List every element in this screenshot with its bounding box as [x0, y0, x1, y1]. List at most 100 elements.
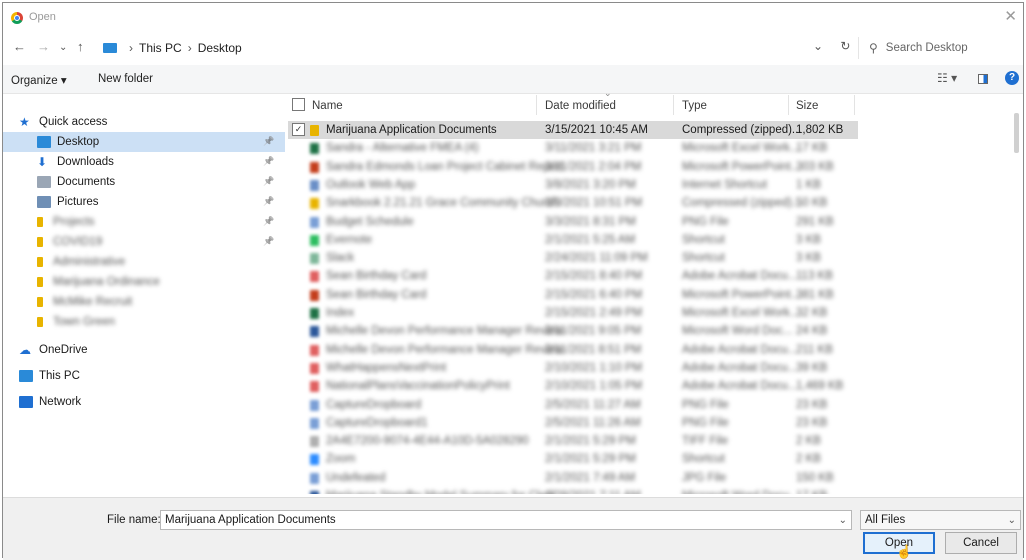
- vertical-scrollbar[interactable]: [1011, 113, 1021, 453]
- sidebar-item-pictures[interactable]: Pictures 📌: [3, 192, 285, 212]
- file-row[interactable]: Sandra Edmonds Loan Project Cabinet Repo…: [288, 158, 858, 176]
- select-all-checkbox[interactable]: [292, 98, 305, 111]
- folder-icon: [37, 297, 43, 307]
- close-icon[interactable]: ✕: [1004, 7, 1017, 25]
- file-name: Snarkbook 2.21.21 Grace Community Church: [326, 197, 559, 210]
- file-type: TIFF File: [682, 435, 728, 448]
- file-type: Shortcut: [682, 252, 725, 265]
- sidebar-item-onedrive[interactable]: ☁ OneDrive: [3, 340, 285, 360]
- file-date: 2/1/2021 5:25 AM: [545, 233, 636, 246]
- recent-locations-chevron-icon[interactable]: ⌄: [59, 42, 67, 53]
- pin-icon: 📌: [263, 236, 275, 246]
- file-date: 2/1/2021 7:49 AM: [545, 471, 636, 484]
- file-row[interactable]: Michelle Devon Performance Manager Revie…: [288, 322, 858, 340]
- search-input[interactable]: Search Desktop: [886, 42, 968, 54]
- sidebar-item-quick-access[interactable]: ★ Quick access: [3, 112, 285, 132]
- file-name: Index: [326, 307, 355, 319]
- search-box[interactable]: ⚲ Search Desktop: [858, 37, 1019, 59]
- file-row[interactable]: Outlook Web App 3/8/2021 3:20 PM Internet …: [288, 176, 858, 194]
- file-row[interactable]: NationalPlansVaccinationPolicyPrint 2/10/…: [288, 377, 858, 395]
- file-row[interactable]: WhatHappensNextPrint 2/10/2021 1:10 PM Ado…: [288, 359, 858, 377]
- file-row[interactable]: Undefeated 2/1/2021 7:49 AM JPG File 150 KB: [288, 469, 858, 487]
- address-dropdown-icon[interactable]: ⌄: [813, 39, 823, 53]
- sidebar-item-mcmike-recruit[interactable]: McMike Recruit: [3, 292, 285, 312]
- file-row[interactable]: Slack 2/24/2021 11:09 PM Shortcut 3 KB: [288, 249, 858, 267]
- file-size: 24 KB: [796, 325, 828, 338]
- file-name: WhatHappensNextPrint: [326, 361, 447, 374]
- file-name: Michelle Devon Performance Manager Revie…: [326, 343, 564, 356]
- scrollbar-thumb[interactable]: [1014, 113, 1019, 153]
- filetype-select[interactable]: All Files ⌄: [860, 510, 1021, 530]
- sidebar-item-marijuana-ordinance[interactable]: Marijuana Ordinance: [3, 272, 285, 292]
- sidebar-item-administrative[interactable]: Administrative: [3, 252, 285, 272]
- sidebar-item-projects[interactable]: Projects 📌: [3, 212, 285, 232]
- sidebar-item-covid19[interactable]: COVID19 📌: [3, 232, 285, 252]
- sidebar-item-label: Marijuana Ordinance: [53, 276, 160, 288]
- file-row[interactable]: ✓ Marijuana Application Documents 3/15/202…: [288, 121, 858, 139]
- cancel-button[interactable]: Cancel: [945, 532, 1017, 554]
- file-row[interactable]: 2A4E7200-9074-4E44-A10D-5A028290 2/1/2021…: [288, 432, 858, 450]
- file-name: Sean Birthday Card: [326, 270, 427, 283]
- row-checkbox[interactable]: ✓: [292, 123, 305, 136]
- sidebar-item-town-green[interactable]: Town Green: [3, 312, 285, 332]
- file-type: Adobe Acrobat Docu...: [682, 343, 798, 356]
- column-divider[interactable]: [673, 95, 674, 115]
- breadcrumb-separator-icon: ›: [187, 41, 192, 55]
- desktop-icon: [37, 136, 51, 148]
- column-divider[interactable]: [788, 95, 789, 115]
- filename-dropdown-chevron-icon[interactable]: ⌄: [839, 515, 847, 526]
- file-row[interactable]: Michelle Devon Performance Manager Revie…: [288, 341, 858, 359]
- sidebar-item-this-pc[interactable]: This PC: [3, 366, 285, 386]
- forward-button[interactable]: →: [37, 39, 50, 54]
- back-button[interactable]: ←: [13, 39, 26, 54]
- file-row[interactable]: CaptureDropboard 2/5/2021 11:27 AM PNG Fil…: [288, 396, 858, 414]
- file-row[interactable]: Snarkbook 2.21.21 Grace Community Church…: [288, 194, 858, 212]
- new-folder-button[interactable]: New folder: [98, 73, 153, 85]
- column-type[interactable]: Type: [682, 100, 707, 112]
- file-type: Shortcut: [682, 453, 725, 466]
- up-button[interactable]: ↑: [77, 39, 84, 54]
- file-row[interactable]: Zoom 2/1/2021 5:29 PM Shortcut 2 KB: [288, 450, 858, 468]
- file-date: 2/5/2021 11:26 AM: [545, 416, 641, 429]
- filename-field[interactable]: Marijuana Application Documents ⌄: [160, 510, 852, 530]
- file-size: 211 KB: [796, 343, 833, 356]
- file-row[interactable]: Sean Birthday Card 2/15/2021 6:40 PM Micro…: [288, 286, 858, 304]
- sidebar-item-network[interactable]: Network: [3, 392, 285, 412]
- file-row[interactable]: Index 2/15/2021 2:49 PM Microsoft Excel Wo…: [288, 304, 858, 322]
- sidebar-item-desktop[interactable]: Desktop 📌: [3, 132, 285, 152]
- address-tools: ⌄ ↻: [813, 39, 850, 53]
- file-date: 1/28/2021 7:11 AM: [545, 490, 641, 494]
- sidebar-item-label: Town Green: [53, 316, 116, 328]
- file-type: Microsoft Word Docu...: [682, 490, 799, 494]
- file-date: 3/3/2021 8:31 PM: [545, 215, 636, 228]
- file-row[interactable]: Budget Schedule 3/3/2021 8:31 PM PNG File 2…: [288, 213, 858, 231]
- sidebar-item-documents[interactable]: Documents 📌: [3, 172, 285, 192]
- column-size[interactable]: Size: [796, 100, 818, 112]
- breadcrumb-desktop[interactable]: Desktop: [198, 41, 242, 55]
- file-name: Slack: [326, 252, 355, 265]
- pin-icon: 📌: [263, 216, 275, 226]
- file-icon: [310, 362, 319, 374]
- view-options-icon[interactable]: ☷ ▾: [937, 71, 957, 85]
- organize-button[interactable]: Organize ▾: [11, 73, 67, 87]
- file-row[interactable]: Sandra - Alternative FMEA (4) 3/11/2021 3…: [288, 139, 858, 157]
- column-divider[interactable]: [854, 95, 855, 115]
- breadcrumb-separator-icon: ›: [129, 41, 133, 55]
- breadcrumb-this-pc[interactable]: This PC: [139, 41, 182, 55]
- file-row[interactable]: Marijuana Standby Model Summary for Cler…: [288, 487, 858, 494]
- column-divider[interactable]: [536, 95, 537, 115]
- file-row[interactable]: Sean Birthday Card 2/15/2021 8:40 PM Adobe…: [288, 267, 858, 285]
- help-icon[interactable]: ?: [1005, 71, 1019, 85]
- file-icon: [310, 344, 319, 356]
- sidebar-item-downloads[interactable]: ⬇ Downloads 📌: [3, 152, 285, 172]
- file-row[interactable]: CaptureDropboard1 2/5/2021 11:26 AM PNG Fi…: [288, 414, 858, 432]
- documents-icon: [37, 176, 51, 188]
- file-row[interactable]: Evernote 2/1/2021 5:25 AM Shortcut 3 KB: [288, 231, 858, 249]
- preview-pane-icon[interactable]: [978, 74, 988, 84]
- address-bar[interactable]: › This PC › Desktop: [103, 37, 242, 59]
- column-name[interactable]: Name: [312, 100, 343, 112]
- filename-value[interactable]: Marijuana Application Documents: [165, 514, 336, 526]
- refresh-icon[interactable]: ↻: [840, 39, 850, 53]
- file-icon: [310, 198, 319, 210]
- column-date-modified[interactable]: Date modified: [545, 100, 616, 112]
